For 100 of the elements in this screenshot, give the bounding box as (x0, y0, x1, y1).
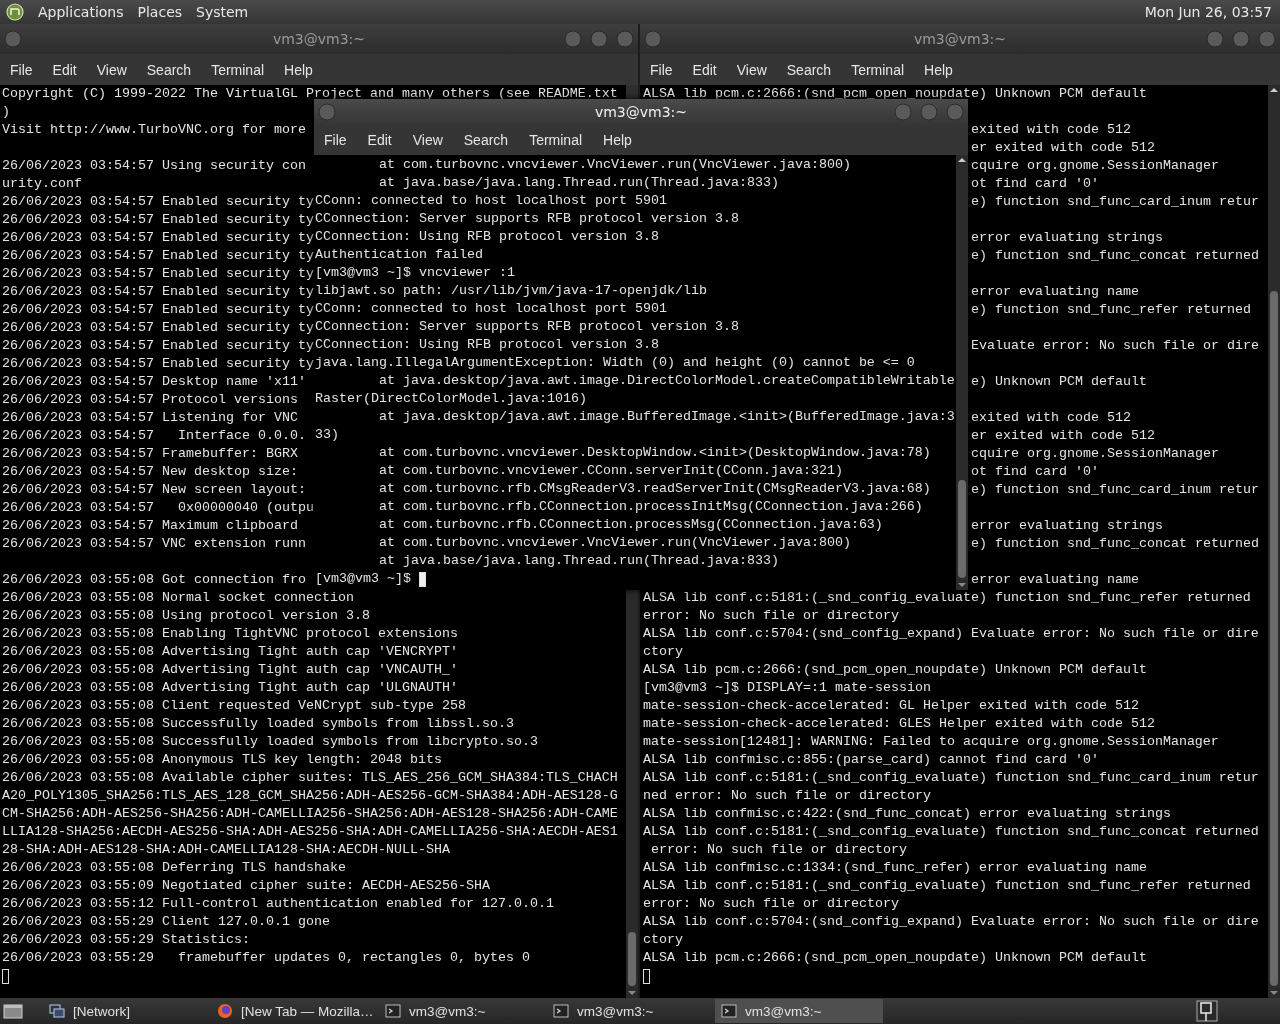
terminal-line: e) function snd_func_card_inum retur (971, 481, 1259, 499)
menu-item[interactable]: Terminal (851, 61, 905, 78)
terminal-line: error: No such file or directory (643, 895, 899, 913)
terminal-line: 26/06/2023 03:54:57 Enabled security ty (2, 301, 314, 319)
terminal-line: java.lang.IllegalArgumentException: Width (0) and height (0) cannot be <= 0 (315, 354, 915, 372)
terminal-line: 26/06/2023 03:55:08 Client requested VeNCrypt sub-type 258 (2, 697, 466, 715)
menu-item[interactable]: Edit (367, 132, 392, 148)
terminal-line: ot find card '0' (971, 175, 1099, 193)
menu-item[interactable]: Search (146, 61, 192, 78)
text-cursor (419, 571, 426, 587)
terminal-line: ned error: No such file or directory (643, 787, 931, 805)
menu-item[interactable]: File (650, 61, 673, 78)
show-desktop-icon[interactable] (3, 1002, 23, 1020)
terminal-line: Raster(DirectColorModel.java:1016) (315, 390, 587, 408)
taskbar-button[interactable]: vm3@vm3:~ (547, 999, 715, 1023)
menu-item[interactable]: Edit (52, 61, 77, 78)
terminal-line: 26/06/2023 03:55:12 Full-control authentication enabled for 127.0.0.1 (2, 895, 554, 913)
terminal-line: at com.turbovnc.vncviewer.DesktopWindow.<init>(DesktopWindow.java:78) (378, 444, 931, 462)
terminal-line: CM-SHA256:ADH-AES256-SHA256:ADH-CAMELLIA256-SHA256:ADH-AES128-SHA256:ADH-CAME (2, 805, 618, 823)
terminal-line: at com.turbovnc.vncviewer.VncViewer.run(VncViewer.java:800) (378, 534, 851, 552)
terminal-line: ALSA lib confmisc.c:422:(snd_func_concat) error evaluating strings (643, 805, 1171, 823)
menu-item[interactable]: Search (463, 132, 509, 148)
terminal-line: 26/06/2023 03:55:29 Client 127.0.0.1 gone (2, 913, 330, 931)
clock[interactable]: Mon Jun 26, 03:57 (1144, 4, 1272, 20)
terminal-line: Evaluate error: No such file or dire (971, 337, 1259, 355)
panel-menu[interactable]: Places (137, 4, 183, 20)
close-button[interactable] (1258, 30, 1276, 48)
terminal-line: error evaluating name (971, 283, 1139, 301)
taskbar-button[interactable]: [Network] (43, 999, 211, 1023)
menu-item[interactable]: Help (284, 61, 313, 78)
workspace-switcher-icon[interactable] (1196, 1000, 1218, 1022)
terminal-line: ALSA lib conf.c:5181:(_snd_config_evaluate) function snd_func_refer returned (643, 589, 1251, 607)
minimize-button[interactable] (564, 30, 582, 48)
terminal-line: ALSA lib confmisc.c:855:(parse_card) cannot find card '0' (643, 751, 1099, 769)
terminal-line: 26/06/2023 03:54:57 Listening for VNC (2, 409, 298, 427)
terminal-line: 26/06/2023 03:55:09 Negotiated cipher suite: AECDH-AES256-SHA (2, 877, 490, 895)
terminal-line: 26/06/2023 03:55:08 Successfully loaded symbols from libssl.so.3 (2, 715, 514, 733)
minimize-button[interactable] (894, 103, 912, 121)
menu-item[interactable]: View (736, 61, 767, 78)
terminal-line: ALSA lib confmisc.c:1334:(snd_func_refer) error evaluating name (643, 859, 1147, 877)
taskbar-button[interactable]: vm3@vm3:~ (379, 999, 547, 1023)
taskbar-button[interactable]: vm3@vm3:~ (715, 999, 883, 1023)
terminal-line: 26/06/2023 03:54:57 Enabled security ty (2, 319, 314, 337)
maximize-button[interactable] (1232, 30, 1250, 48)
menu-item[interactable]: Terminal (211, 61, 265, 78)
terminal-line: 26/06/2023 03:55:08 Advertising Tight auth cap 'ULGNAUTH' (2, 679, 458, 697)
terminal-line: 26/06/2023 03:55:08 Successfully loaded symbols from libcrypto.so.3 (2, 733, 538, 751)
window-menu-button[interactable] (318, 103, 336, 121)
terminal-line: mate-session[12481]: WARNING: Failed to acquire org.gnome.SessionManager (643, 733, 1219, 751)
terminal-line: urity.conf (2, 175, 82, 193)
terminal-line: at com.turbovnc.vncviewer.VncViewer.run(VncViewer.java:800) (378, 156, 851, 174)
maximize-button[interactable] (590, 30, 608, 48)
scrollbar[interactable] (1268, 85, 1280, 998)
terminal-line: CConnection: Using RFB protocol version 3.8 (315, 336, 659, 354)
terminal-line: 28-SHA:ADH-AES128-SHA:ADH-CAMELLIA128-SHA:AECDH-NULL-SHA (2, 841, 450, 859)
menu-item[interactable]: Help (603, 132, 632, 148)
close-button[interactable] (946, 103, 964, 121)
terminal-line: ctory (643, 643, 683, 661)
menu-item[interactable]: Terminal (529, 132, 583, 148)
terminal-line: Authentication failed (315, 246, 483, 264)
menu-item[interactable]: File (10, 61, 33, 78)
terminal-line: A20_POLY1305_SHA256:TLS_AES_128_GCM_SHA256:ADH-AES256-GCM-SHA384:ADH-AES128-G (2, 787, 618, 805)
globe-icon (217, 1003, 233, 1019)
terminal-icon (385, 1003, 401, 1019)
terminal-line: exited with code 512 (971, 409, 1131, 427)
menu-item[interactable]: Help (924, 61, 953, 78)
menu-item[interactable]: Edit (692, 61, 717, 78)
terminal-line: e) function snd_func_concat returned (971, 247, 1259, 265)
terminal-line: libjawt.so path: /usr/lib/jvm/java-17-openjdk/lib (315, 282, 707, 300)
minimize-button[interactable] (1206, 30, 1224, 48)
terminal-line: error evaluating name (971, 571, 1139, 589)
panel-menu[interactable]: System (196, 4, 249, 20)
window-menu-button[interactable] (4, 30, 22, 48)
window-icon (49, 1003, 65, 1019)
terminal-line: 26/06/2023 03:55:08 Advertising Tight auth cap 'VNCAUTH_' (2, 661, 458, 679)
menu-item[interactable]: File (324, 132, 347, 148)
taskbar-button[interactable]: [New Tab — Mozilla… (211, 999, 379, 1023)
menu-item[interactable]: View (412, 132, 443, 148)
close-button[interactable] (616, 30, 634, 48)
terminal-line: 26/06/2023 03:55:08 Enabling TightVNC protocol extensions (2, 625, 458, 643)
menu-item[interactable]: Search (786, 61, 832, 78)
terminal-line: [vm3@vm3 ~]$ vncviewer :1 (315, 264, 515, 282)
terminal-line: CConnection: Server supports RFB protocol version 3.8 (315, 210, 739, 228)
terminal-line: ALSA lib pcm.c:2666:(snd_pcm_open_noupdate) Unknown PCM default (643, 85, 1147, 103)
terminal-line: 26/06/2023 03:55:08 Available cipher suites: TLS_AES_256_GCM_SHA384:TLS_CHACH (2, 769, 618, 787)
scrollbar[interactable] (626, 590, 638, 998)
maximize-button[interactable] (920, 103, 938, 121)
menu-item[interactable]: View (96, 61, 127, 78)
scrollbar[interactable] (956, 155, 968, 590)
terminal-line: er exited with code 512 (971, 427, 1155, 445)
terminal-icon (721, 1003, 737, 1019)
terminal-line: 26/06/2023 03:55:08 Normal socket connection (2, 589, 354, 607)
terminal-line: at com.turbovnc.rfb.CMsgReaderV3.readServerInit(CMsgReaderV3.java:68) (378, 480, 931, 498)
terminal-line: cquire org.gnome.SessionManager (971, 445, 1219, 463)
panel-menu[interactable]: Applications (38, 4, 124, 20)
panel-logo-icon[interactable] (6, 3, 24, 21)
window-menu-button[interactable] (644, 30, 662, 48)
prompt-text: [vm3@vm3 ~]$ (315, 570, 411, 588)
terminal-line: at java.base/java.lang.Thread.run(Thread.java:833) (378, 552, 779, 570)
terminal-line: cquire org.gnome.SessionManager (971, 157, 1219, 175)
